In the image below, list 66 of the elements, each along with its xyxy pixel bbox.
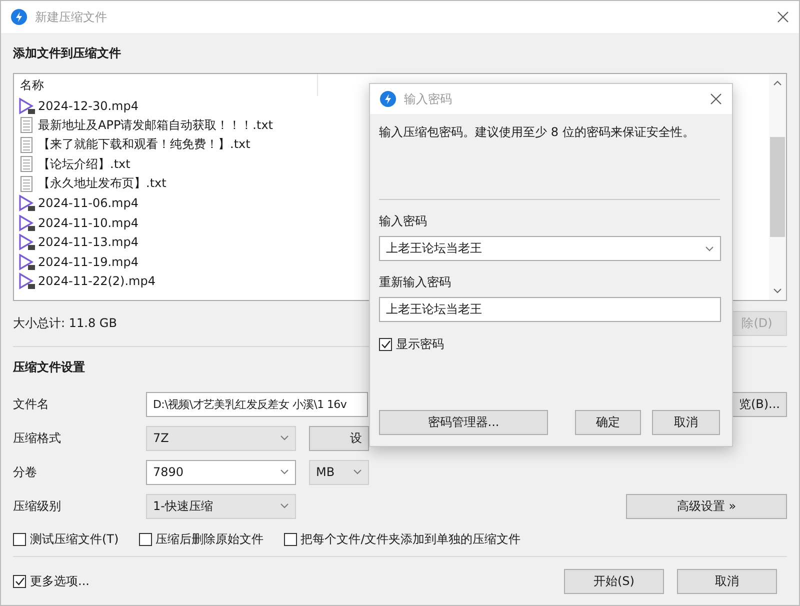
field-label: 分卷 [13, 464, 38, 480]
field-label: 重新输入密码 [379, 274, 451, 291]
field-label: 输入密码 [379, 213, 427, 230]
file-name[interactable]: 【论坛介绍】.txt [38, 156, 130, 173]
format-select[interactable]: 7Z [146, 426, 296, 450]
close-icon[interactable] [710, 93, 722, 105]
file-name[interactable]: 2024-11-13.mp4 [38, 235, 138, 250]
option-label: 把每个文件/文件夹添加到单独的压缩文件 [300, 531, 521, 548]
password-combo[interactable]: 上老王论坛当老王 [379, 236, 721, 261]
file-name[interactable]: 【永久地址发布页】.txt [38, 175, 166, 192]
caret-icon [280, 435, 289, 441]
file-name[interactable]: 2024-11-06.mp4 [38, 196, 138, 210]
dialog-title: 输入密码 [404, 90, 453, 108]
video-file-icon [18, 194, 36, 212]
confirm-password-field[interactable]: 上老王论坛当老王 [379, 297, 721, 322]
caret-icon [280, 503, 289, 509]
dialog-button[interactable]: 确定 [575, 410, 641, 435]
settings-button[interactable]: 设 [309, 426, 369, 450]
dialog-description: 输入压缩包密码。建议使用至少 8 位的密码来保证安全性。 [379, 125, 694, 139]
video-file-icon [18, 233, 36, 252]
checkbox[interactable] [13, 574, 26, 588]
section-title: 压缩文件设置 [13, 358, 86, 376]
caret-icon [280, 469, 289, 475]
scroll-thumb[interactable] [770, 137, 785, 237]
file-name[interactable]: 2024-11-19.mp4 [38, 254, 138, 269]
file-name[interactable]: 2024-11-10.mp4 [38, 216, 138, 230]
option-label: 测试压缩文件(T) [30, 531, 119, 548]
close-icon[interactable] [777, 11, 789, 23]
option-label: 压缩后删除原始文件 [156, 531, 264, 548]
checkbox[interactable] [379, 338, 392, 351]
section-title: 添加文件到压缩文件 [13, 44, 122, 62]
total-size: 大小总计: 11.8 GB [13, 315, 117, 332]
video-file-icon [18, 272, 36, 290]
video-file-icon [18, 214, 36, 232]
caret-icon [705, 246, 714, 252]
file-name[interactable]: 【来了就能下载和观看！纯免费！】.txt [38, 136, 250, 154]
more-options-label: 更多选项... [30, 572, 90, 590]
file-name[interactable]: 2024-12-30.mp4 [38, 98, 138, 113]
video-file-icon [18, 252, 36, 271]
dialog-button[interactable]: 取消 [652, 410, 720, 435]
scrollbar[interactable] [769, 74, 786, 300]
field-label: 压缩级别 [13, 498, 62, 514]
checkbox[interactable] [13, 533, 26, 546]
checkbox[interactable] [284, 533, 297, 546]
unit-select[interactable]: MB [309, 460, 369, 484]
field-label: 压缩格式 [13, 430, 62, 446]
app-logo-icon [380, 91, 396, 107]
filename-field[interactable]: D:\视频\才艺美乳红发反差女 小溪\1 16v [146, 392, 368, 416]
checkbox[interactable] [138, 533, 152, 546]
footer-button[interactable]: 开始(S) [564, 568, 664, 594]
level-select[interactable]: 1-快速压缩 [146, 494, 296, 518]
dialog-button[interactable]: 密码管理器... [379, 410, 548, 435]
file-name[interactable]: 2024-11-22(2).mp4 [38, 274, 156, 288]
app-logo-icon [11, 9, 27, 25]
advanced-settings-button[interactable]: 高级设置 » [626, 494, 787, 518]
footer-button[interactable]: 取消 [677, 568, 777, 594]
scroll-down-icon[interactable] [773, 288, 782, 294]
scroll-up-icon[interactable] [773, 80, 782, 86]
file-name[interactable]: 最新地址及APP请发邮箱自动获取！！！.txt [38, 116, 274, 134]
split-size-combo[interactable]: 7890 [146, 460, 296, 484]
caret-icon [353, 469, 362, 475]
show-password-label: 显示密码 [396, 336, 444, 353]
field-label: 文件名 [13, 396, 50, 412]
column-header[interactable]: 名称 [18, 74, 318, 96]
window-title: 新建压缩文件 [35, 8, 108, 26]
video-file-icon [18, 96, 36, 115]
